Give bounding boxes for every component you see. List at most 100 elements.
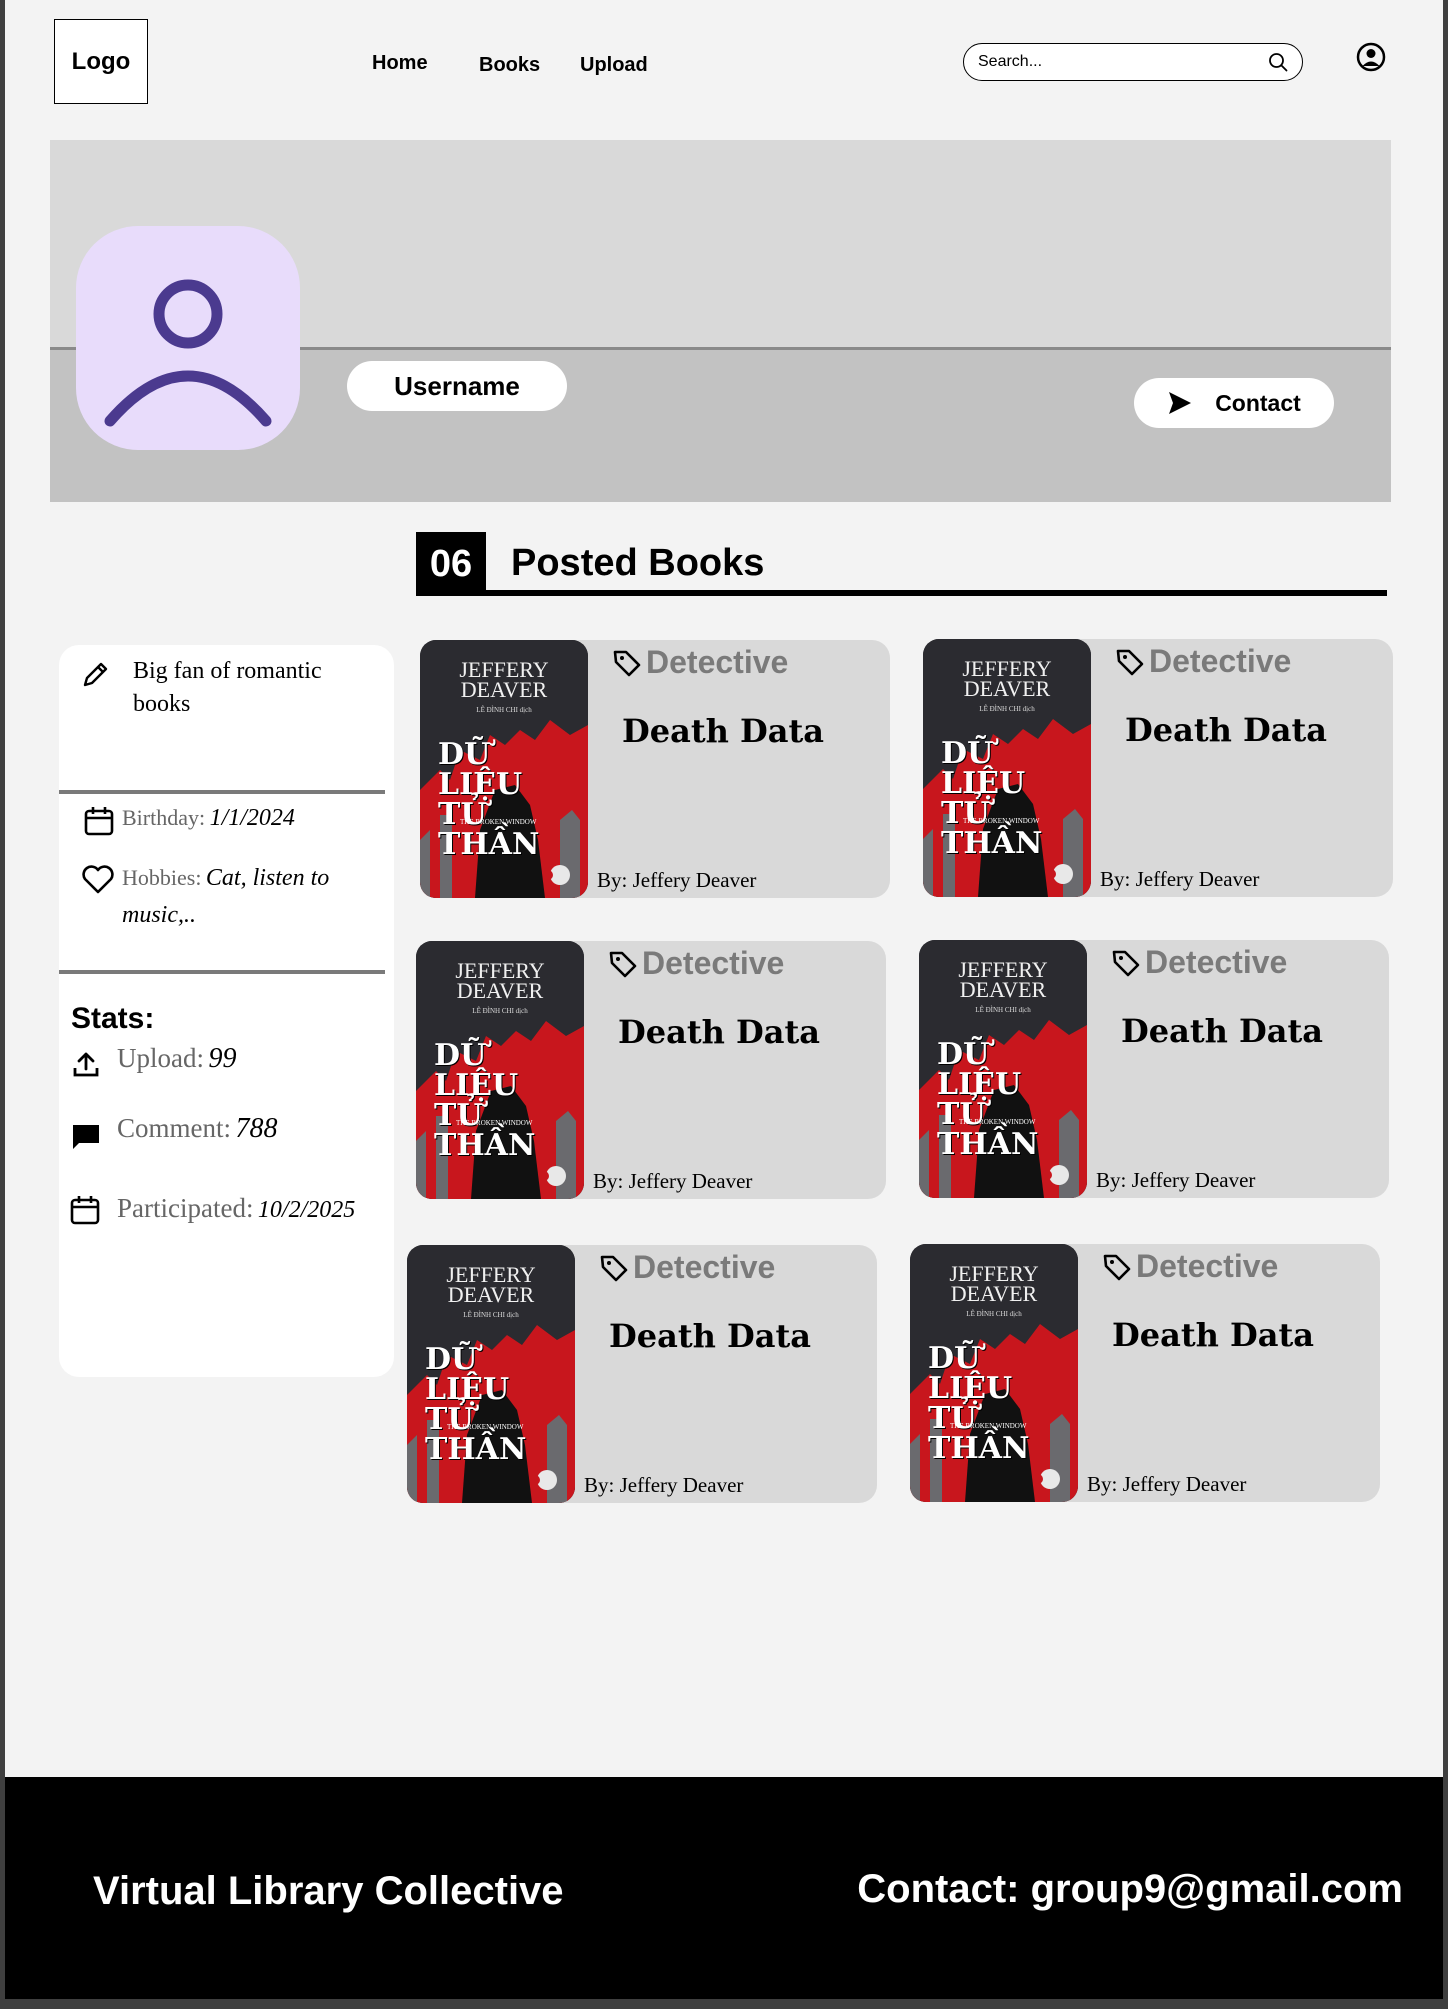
- genre-tag[interactable]: Detective: [608, 945, 784, 982]
- upload-icon: [71, 1049, 101, 1084]
- cover-translator: LÊ ĐÌNH CHI dịch: [979, 705, 1035, 713]
- tag-icon: [613, 650, 641, 676]
- book-author: By: Jeffery Deaver: [597, 868, 757, 892]
- cover-translator: LÊ ĐÌNH CHI dịch: [966, 1310, 1022, 1318]
- book-author: By: Jeffery Deaver: [1087, 1472, 1247, 1496]
- book-card[interactable]: JEFFERY DEAVER LÊ ĐÌNH CHI dịch DỮ LIỆU …: [910, 1244, 1380, 1502]
- genre-tag[interactable]: Detective: [1102, 1248, 1278, 1285]
- cover-subtitle: THE BROKEN WINDOW: [447, 1423, 524, 1431]
- book-title[interactable]: Death Data: [1121, 1012, 1323, 1050]
- send-icon: [1169, 392, 1192, 414]
- participated-label: Participated:: [117, 1193, 254, 1223]
- cover-title: DỮ LIỆU TỬ THẦN: [941, 736, 1043, 861]
- book-card[interactable]: JEFFERY DEAVER LÊ ĐÌNH CHI dịch DỮ LIỆU …: [407, 1245, 877, 1503]
- cover-author: JEFFERY DEAVER: [958, 957, 1048, 1002]
- book-card[interactable]: JEFFERY DEAVER LÊ ĐÌNH CHI dịch DỮ LIỆU …: [923, 639, 1393, 897]
- genre-tag[interactable]: Detective: [1111, 944, 1287, 981]
- upload-value: 99: [208, 1043, 237, 1074]
- cover-title: DỮ LIỆU TỬ THẦN: [438, 737, 540, 862]
- upload-label: Upload:: [117, 1043, 204, 1073]
- participated-value: 10/2/2025: [257, 1197, 356, 1223]
- posted-books-heading: 06 Posted Books: [416, 532, 1387, 596]
- footer-contact[interactable]: Contact: group9@gmail.com: [857, 1867, 1403, 1912]
- cover-author: JEFFERY DEAVER: [459, 657, 549, 702]
- cover-title: DỮ LIỆU TỬ THẦN: [928, 1341, 1030, 1466]
- cover-subtitle: THE BROKEN WINDOW: [456, 1119, 533, 1127]
- book-cover[interactable]: JEFFERY DEAVER LÊ ĐÌNH CHI dịch DỮ LIỆU …: [407, 1245, 575, 1503]
- cover-subtitle: THE BROKEN WINDOW: [950, 1422, 1027, 1430]
- book-author: By: Jeffery Deaver: [593, 1169, 753, 1193]
- bio-text: Big fan of romantic books: [133, 658, 322, 717]
- account-icon[interactable]: [1356, 42, 1386, 77]
- cover-translator: LÊ ĐÌNH CHI dịch: [476, 706, 532, 714]
- book-cover[interactable]: JEFFERY DEAVER LÊ ĐÌNH CHI dịch DỮ LIỆU …: [416, 941, 584, 1199]
- book-cover[interactable]: JEFFERY DEAVER LÊ ĐÌNH CHI dịch DỮ LIỆU …: [919, 940, 1087, 1198]
- contact-button[interactable]: Contact: [1134, 378, 1334, 428]
- cover-translator: LÊ ĐÌNH CHI dịch: [463, 1311, 519, 1319]
- search-input[interactable]: [978, 50, 1258, 74]
- cover-subtitle: THE BROKEN WINDOW: [963, 817, 1040, 825]
- birthday-row: Birthday: 1/1/2024: [122, 805, 295, 832]
- book-title[interactable]: Death Data: [609, 1317, 811, 1355]
- nav-upload[interactable]: Upload: [580, 54, 648, 77]
- upload-stat: Upload: 99: [117, 1043, 236, 1075]
- genre-tag[interactable]: Detective: [1115, 643, 1291, 680]
- cover-title: DỮ LIỆU TỬ THẦN: [434, 1038, 536, 1163]
- book-author: By: Jeffery Deaver: [1096, 1168, 1256, 1192]
- birthday-label: Birthday:: [122, 805, 206, 830]
- participated-stat: Participated: 10/2/2025: [117, 1193, 355, 1224]
- book-title[interactable]: Death Data: [1125, 711, 1327, 749]
- genre-tag[interactable]: Detective: [599, 1249, 775, 1286]
- book-cover[interactable]: JEFFERY DEAVER LÊ ĐÌNH CHI dịch DỮ LIỆU …: [923, 639, 1091, 897]
- birthday-value: 1/1/2024: [209, 805, 295, 831]
- genre-label: Detective: [1145, 944, 1288, 980]
- book-title[interactable]: Death Data: [1112, 1316, 1314, 1354]
- tag-icon: [600, 1255, 628, 1281]
- hobbies-row: Hobbies: Cat, listen to music,..: [122, 861, 372, 935]
- footer: Virtual Library Collective Contact: grou…: [5, 1777, 1443, 1999]
- cover-author: JEFFERY DEAVER: [962, 656, 1052, 701]
- pencil-icon[interactable]: [81, 659, 111, 694]
- tag-icon: [1112, 950, 1140, 976]
- nav-home[interactable]: Home: [372, 52, 428, 75]
- genre-label: Detective: [633, 1249, 776, 1285]
- search-icon[interactable]: [1268, 52, 1288, 77]
- tag-icon: [1116, 649, 1144, 675]
- cover-author: JEFFERY DEAVER: [455, 958, 545, 1003]
- hobbies-label: Hobbies:: [122, 865, 202, 890]
- book-card[interactable]: JEFFERY DEAVER LÊ ĐÌNH CHI dịch DỮ LIỆU …: [919, 940, 1389, 1198]
- genre-label: Detective: [642, 945, 785, 981]
- nav-books[interactable]: Books: [479, 54, 540, 77]
- divider: [59, 790, 385, 794]
- tag-icon: [1103, 1254, 1131, 1280]
- cover-subtitle: THE BROKEN WINDOW: [460, 818, 537, 826]
- cover-title: DỮ LIỆU TỬ THẦN: [937, 1037, 1039, 1162]
- comment-value: 788: [235, 1113, 278, 1144]
- book-card[interactable]: JEFFERY DEAVER LÊ ĐÌNH CHI dịch DỮ LIỆU …: [416, 941, 886, 1199]
- avatar[interactable]: [76, 226, 300, 450]
- username: Username: [347, 361, 567, 411]
- cover-title: DỮ LIỆU TỬ THẦN: [425, 1342, 527, 1467]
- cover-translator: LÊ ĐÌNH CHI dịch: [472, 1007, 528, 1015]
- book-cover[interactable]: JEFFERY DEAVER LÊ ĐÌNH CHI dịch DỮ LIỆU …: [910, 1244, 1078, 1502]
- contact-label: Contact: [1215, 389, 1301, 416]
- genre-label: Detective: [1149, 643, 1292, 679]
- search-bar: [963, 43, 1303, 81]
- logo[interactable]: Logo: [54, 19, 148, 104]
- book-cover[interactable]: JEFFERY DEAVER LÊ ĐÌNH CHI dịch DỮ LIỆU …: [420, 640, 588, 898]
- stats-title: Stats:: [71, 1002, 155, 1035]
- book-title[interactable]: Death Data: [618, 1013, 820, 1051]
- section-title: Posted Books: [511, 542, 765, 584]
- cover-translator: LÊ ĐÌNH CHI dịch: [975, 1006, 1031, 1014]
- section-divider: [416, 590, 1387, 596]
- book-author: By: Jeffery Deaver: [1100, 867, 1260, 891]
- genre-tag[interactable]: Detective: [612, 644, 788, 681]
- profile-info-panel: Big fan of romantic books Birthday: 1/1/…: [59, 645, 394, 1377]
- book-title[interactable]: Death Data: [622, 712, 824, 750]
- cover-author: JEFFERY DEAVER: [949, 1261, 1039, 1306]
- genre-label: Detective: [1136, 1248, 1279, 1284]
- calendar-icon: [69, 1194, 101, 1231]
- book-card[interactable]: JEFFERY DEAVER LÊ ĐÌNH CHI dịch DỮ LIỆU …: [420, 640, 890, 898]
- heart-icon: [81, 865, 115, 900]
- footer-site-name: Virtual Library Collective: [93, 1869, 564, 1913]
